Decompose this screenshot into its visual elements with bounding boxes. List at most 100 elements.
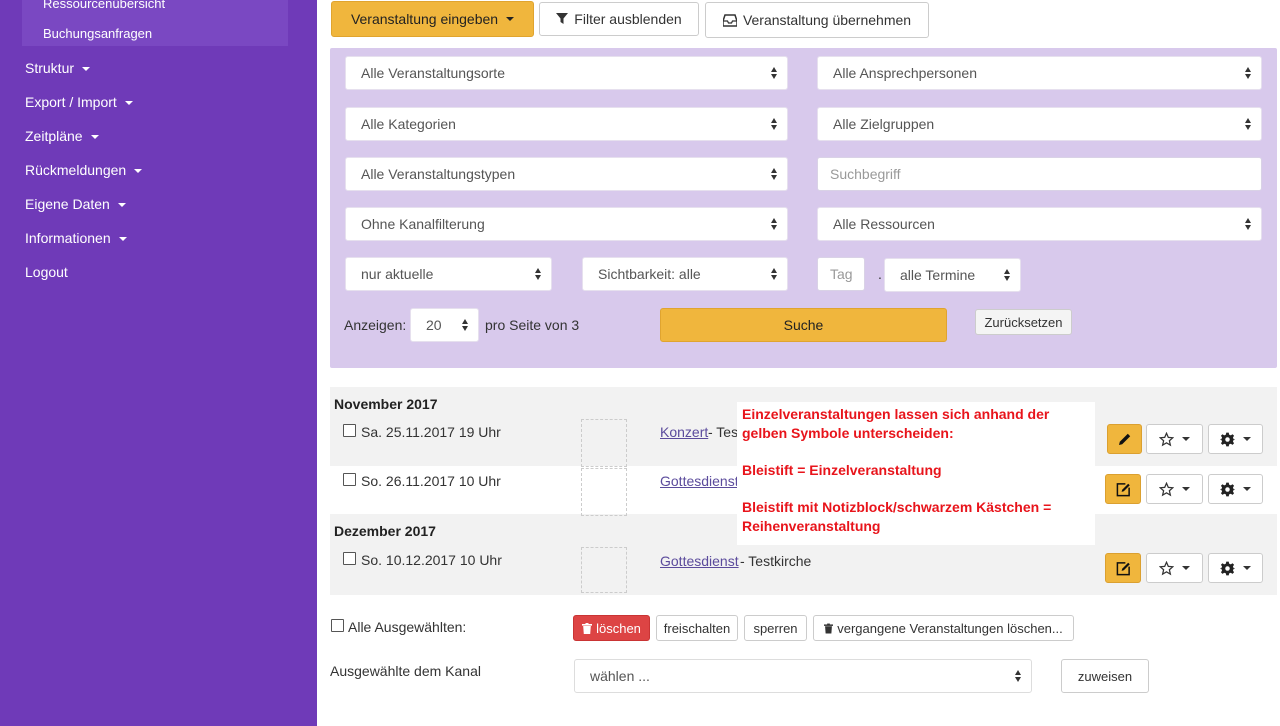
channel-assign-select[interactable]: wählen ... <box>574 659 1032 693</box>
edit-note-icon <box>1116 561 1130 575</box>
delete-past-events-label: vergangene Veranstaltungen löschen... <box>837 620 1063 636</box>
select-all-checkbox[interactable] <box>331 619 344 632</box>
settings-button[interactable] <box>1208 553 1263 583</box>
select-arrows-icon <box>771 218 778 231</box>
dates-select-value: alle Termine <box>900 267 976 283</box>
select-arrows-icon <box>771 118 778 131</box>
inbox-icon <box>722 13 737 27</box>
venue-select-value: Alle Veranstaltungsorte <box>361 65 505 81</box>
event-thumbnail <box>581 419 627 467</box>
resource-select[interactable]: Alle Ressourcen <box>817 207 1262 241</box>
sidebar-item-buchungsanfragen[interactable]: Buchungsanfragen <box>43 26 152 41</box>
select-arrows-icon <box>771 268 778 281</box>
select-arrows-icon <box>462 319 469 332</box>
caret-down-icon <box>1243 437 1251 441</box>
caret-down-icon <box>506 17 515 21</box>
sidebar-item-label: Zeitpläne <box>25 128 83 144</box>
sidebar: Ressourcenübersicht Buchungsanfragen Str… <box>0 0 317 726</box>
event-title-link[interactable]: Konzert <box>660 424 708 440</box>
reset-button[interactable]: Zurücksetzen <box>975 309 1072 335</box>
sidebar-item-label: Struktur <box>25 60 75 76</box>
edit-series-event-button[interactable] <box>1105 553 1141 583</box>
per-page-value: 20 <box>426 317 442 333</box>
select-arrows-icon <box>1245 118 1252 131</box>
month-header-november: November 2017 <box>334 396 438 412</box>
venue-select[interactable]: Alle Veranstaltungsorte <box>345 56 788 90</box>
star-icon <box>1159 431 1174 446</box>
favorite-button[interactable] <box>1146 424 1203 454</box>
take-event-button[interactable]: Veranstaltung übernehmen <box>705 2 929 38</box>
pencil-icon <box>1118 433 1130 445</box>
sidebar-item-label: Logout <box>25 264 68 280</box>
caret-down-icon <box>1182 487 1190 491</box>
dates-select[interactable]: alle Termine <box>884 258 1021 292</box>
event-date: So. 26.11.2017 10 Uhr <box>361 473 501 489</box>
unlock-button[interactable]: freischalten <box>656 615 738 641</box>
caret-down-icon <box>124 101 133 106</box>
filter-icon <box>556 13 569 24</box>
hide-filter-button[interactable]: Filter ausblenden <box>539 2 699 36</box>
channel-filter-select[interactable]: Ohne Kanalfilterung <box>345 207 788 241</box>
event-title-link[interactable]: Gottesdienst <box>660 473 739 489</box>
sidebar-item-ressourcenuebersicht[interactable]: Ressourcenübersicht <box>43 0 165 11</box>
contact-select[interactable]: Alle Ansprechpersonen <box>817 56 1262 90</box>
sidebar-item-logout[interactable]: Logout <box>25 264 68 280</box>
edit-series-event-button[interactable] <box>1105 474 1141 504</box>
show-label: Anzeigen: <box>344 317 407 333</box>
caret-down-icon <box>134 169 143 174</box>
favorite-button[interactable] <box>1146 474 1203 504</box>
per-page-suffix: pro Seite von 3 <box>485 317 580 333</box>
settings-button[interactable] <box>1208 474 1263 504</box>
target-group-select[interactable]: Alle Zielgruppen <box>817 107 1262 141</box>
take-event-label: Veranstaltung übernehmen <box>742 12 912 28</box>
favorite-button[interactable] <box>1146 553 1203 583</box>
annotation-line: Bleistift mit Notizblock/schwarzem Kästc… <box>742 499 1052 534</box>
current-select[interactable]: nur aktuelle <box>345 257 552 291</box>
enter-event-label: Veranstaltung eingeben <box>350 11 499 27</box>
sidebar-item-export-import[interactable]: Export / Import <box>25 94 133 110</box>
hide-filter-label: Filter ausblenden <box>574 11 682 27</box>
lock-button-label: sperren <box>753 620 798 636</box>
event-location: - Tes <box>708 424 739 440</box>
caret-down-icon <box>1243 487 1251 491</box>
channel-filter-select-value: Ohne Kanalfilterung <box>361 216 485 232</box>
edit-note-icon <box>1116 482 1130 496</box>
lock-button[interactable]: sperren <box>744 615 807 641</box>
edit-single-event-button[interactable] <box>1107 424 1142 454</box>
select-arrows-icon <box>535 268 542 281</box>
assign-button[interactable]: zuweisen <box>1061 659 1149 693</box>
select-arrows-icon <box>771 67 778 80</box>
event-checkbox[interactable] <box>343 424 356 437</box>
visibility-select[interactable]: Sichtbarkeit: alle <box>582 257 788 291</box>
caret-down-icon <box>1243 566 1251 570</box>
search-button-label: Suche <box>783 317 824 333</box>
category-select[interactable]: Alle Kategorien <box>345 107 788 141</box>
annotation-line: Einzelveranstaltungen lassen sich anhand… <box>742 406 1050 441</box>
enter-event-button[interactable]: Veranstaltung eingeben <box>331 1 534 37</box>
select-arrows-icon <box>1245 218 1252 231</box>
event-checkbox[interactable] <box>343 473 356 486</box>
select-arrows-icon <box>1015 670 1022 683</box>
visibility-select-value: Sichtbarkeit: alle <box>598 266 701 282</box>
day-input[interactable] <box>817 257 865 291</box>
search-input[interactable] <box>817 157 1262 191</box>
sidebar-item-eigene-daten[interactable]: Eigene Daten <box>25 196 126 212</box>
sidebar-item-informationen[interactable]: Informationen <box>25 230 127 246</box>
sidebar-item-struktur[interactable]: Struktur <box>25 60 91 76</box>
sidebar-item-zeitplaene[interactable]: Zeitpläne <box>25 128 99 144</box>
all-selected-label: Alle Ausgewählten: <box>348 619 467 635</box>
sidebar-item-label: Eigene Daten <box>25 196 110 212</box>
select-arrows-icon <box>1245 67 1252 80</box>
event-type-select[interactable]: Alle Veranstaltungstypen <box>345 157 788 191</box>
settings-button[interactable] <box>1208 424 1263 454</box>
sidebar-item-rueckmeldungen[interactable]: Rückmeldungen <box>25 162 143 178</box>
per-page-select[interactable]: 20 <box>410 308 479 342</box>
delete-button[interactable]: löschen <box>573 615 650 641</box>
search-button[interactable]: Suche <box>660 308 947 342</box>
channel-assign-select-value: wählen ... <box>590 668 650 684</box>
target-group-select-value: Alle Zielgruppen <box>833 116 935 132</box>
event-title-link[interactable]: Gottesdienst <box>660 553 739 569</box>
channel-assign-label: Ausgewählte dem Kanal <box>330 663 481 679</box>
delete-past-events-button[interactable]: vergangene Veranstaltungen löschen... <box>813 615 1074 641</box>
event-checkbox[interactable] <box>343 552 356 565</box>
